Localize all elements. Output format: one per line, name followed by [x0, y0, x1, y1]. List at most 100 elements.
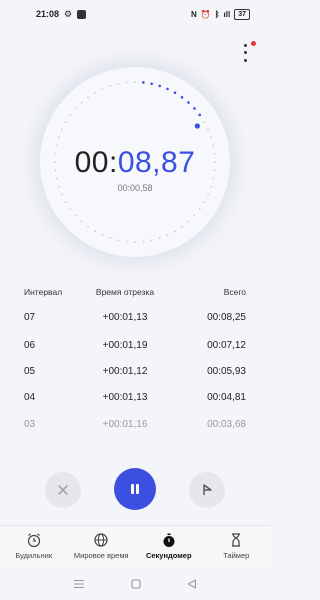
- dial-tick: [109, 237, 112, 239]
- lap-total: 00:07,12: [207, 340, 246, 351]
- battery-level: 37: [238, 10, 246, 18]
- tab-world-clock-label: Мировое время: [73, 551, 129, 560]
- app-icon: [77, 9, 87, 19]
- dial-tick: [58, 136, 60, 139]
- dial-tick: [150, 239, 153, 242]
- dial-tick: [198, 113, 202, 117]
- close-icon: [58, 485, 68, 495]
- lap-total: 00:05,93: [207, 366, 246, 377]
- dial-tick: [207, 128, 209, 131]
- dial-tick: [64, 121, 67, 123]
- dial-tick: [80, 101, 83, 104]
- globe-icon: [94, 533, 108, 547]
- dial-tick: [117, 239, 120, 242]
- dial-tick: [158, 84, 162, 88]
- lap-number: 04: [24, 392, 36, 403]
- dial-tick: [87, 225, 89, 228]
- menu-icon[interactable]: [73, 579, 85, 589]
- dial-progress-head: [194, 123, 200, 129]
- hourglass-icon: [232, 533, 241, 547]
- dial-tick: [125, 240, 128, 243]
- back-icon[interactable]: [187, 579, 197, 589]
- dial-tick: [181, 225, 183, 228]
- dial-tick: [193, 214, 196, 217]
- dial-tick: [207, 193, 209, 196]
- gear-icon: ⚙: [64, 8, 73, 19]
- tab-world-clock[interactable]: Мировое время: [68, 532, 134, 560]
- lap-row: 06 +00:01,19 00:07,12: [24, 340, 246, 351]
- lap-split: +00:01,13: [102, 392, 148, 403]
- stopwatch-icon: [163, 533, 175, 547]
- signal-icon: ıll: [223, 9, 231, 19]
- dial-tick: [142, 240, 145, 243]
- laps-header: Интервал Время отрезка Всего: [24, 287, 246, 297]
- dial-tick: [134, 81, 136, 83]
- tab-stopwatch[interactable]: Секундомер: [136, 532, 202, 560]
- dial-tick: [125, 81, 128, 84]
- more-dot: [243, 44, 247, 48]
- home-icon[interactable]: [131, 579, 141, 589]
- dial-tick: [101, 88, 104, 90]
- lap-number: 07: [24, 312, 36, 323]
- dial-tick: [198, 208, 201, 210]
- dial-tick: [134, 241, 136, 243]
- dial-tick: [210, 136, 212, 139]
- nfc-icon: N: [190, 9, 197, 19]
- tab-alarm-label: Будильник: [15, 551, 53, 560]
- bottom-tab-bar: Будильник Мировое время Секундомер Тайме…: [0, 525, 270, 567]
- dial-tick: [180, 95, 184, 99]
- dial-tick: [166, 87, 169, 91]
- dial-tick: [187, 101, 190, 104]
- more-dot: [243, 51, 247, 55]
- dial-tick: [203, 201, 206, 203]
- tab-timer-label: Таймер: [223, 551, 250, 560]
- lap-number: 06: [24, 340, 36, 351]
- lap-row: 05 +00:01,12 00:05,93: [24, 366, 246, 377]
- elapsed-time-seconds: 08,87: [117, 146, 196, 179]
- dial-tick: [94, 230, 96, 233]
- dial-tick: [101, 234, 104, 236]
- dial-tick: [158, 237, 161, 239]
- lap-button[interactable]: [189, 472, 225, 508]
- notification-dot: [251, 41, 256, 46]
- dial-tick: [142, 81, 145, 84]
- tab-alarm[interactable]: Будильник: [1, 532, 67, 560]
- pause-button[interactable]: [114, 468, 156, 510]
- status-bar: 21:08 ⚙ N ⏰ ᛒ ıll 37: [0, 0, 270, 28]
- tab-stopwatch-label: Секундомер: [145, 551, 192, 560]
- reset-button[interactable]: [45, 472, 81, 508]
- dial-tick: [173, 91, 177, 95]
- lap-split: +00:01,12: [102, 366, 148, 377]
- dial-tick: [80, 220, 83, 223]
- lap-row: 07 +00:01,13 00:08,25: [24, 312, 246, 323]
- tab-timer[interactable]: Таймер: [203, 532, 269, 560]
- dial-tick: [203, 121, 206, 123]
- lap-total: 00:08,25: [207, 312, 246, 323]
- dial-tick: [74, 214, 77, 217]
- dial-tick: [69, 208, 72, 210]
- battery-icon: 37: [234, 8, 250, 20]
- dial-tick: [61, 128, 63, 131]
- more-options-button[interactable]: [238, 42, 252, 64]
- header-split: Время отрезка: [95, 287, 155, 297]
- lap-total: 00:04,81: [207, 392, 246, 403]
- dial-tick: [193, 107, 196, 110]
- alarm-clock-icon: [27, 533, 40, 548]
- lap-row: 03 +00:01,16 00:03,68: [24, 419, 246, 430]
- dial-tick: [64, 201, 67, 203]
- bluetooth-icon: ᛒ: [214, 9, 220, 19]
- dial-tick: [94, 91, 96, 94]
- dial-tick: [150, 82, 153, 86]
- dial-tick: [87, 96, 89, 99]
- lap-number: 03: [24, 419, 36, 430]
- header-interval: Интервал: [24, 287, 63, 297]
- lap-split: +00:01,16: [102, 419, 148, 430]
- dial-tick: [117, 82, 120, 85]
- dial-tick: [187, 220, 190, 223]
- dial-tick: [69, 114, 72, 116]
- lap-row: 04 +00:01,13 00:04,81: [24, 392, 246, 403]
- status-time: 21:08: [36, 9, 60, 19]
- more-dot: [243, 58, 247, 62]
- elapsed-time-minutes: 00:: [74, 146, 118, 179]
- dial-tick: [174, 230, 176, 233]
